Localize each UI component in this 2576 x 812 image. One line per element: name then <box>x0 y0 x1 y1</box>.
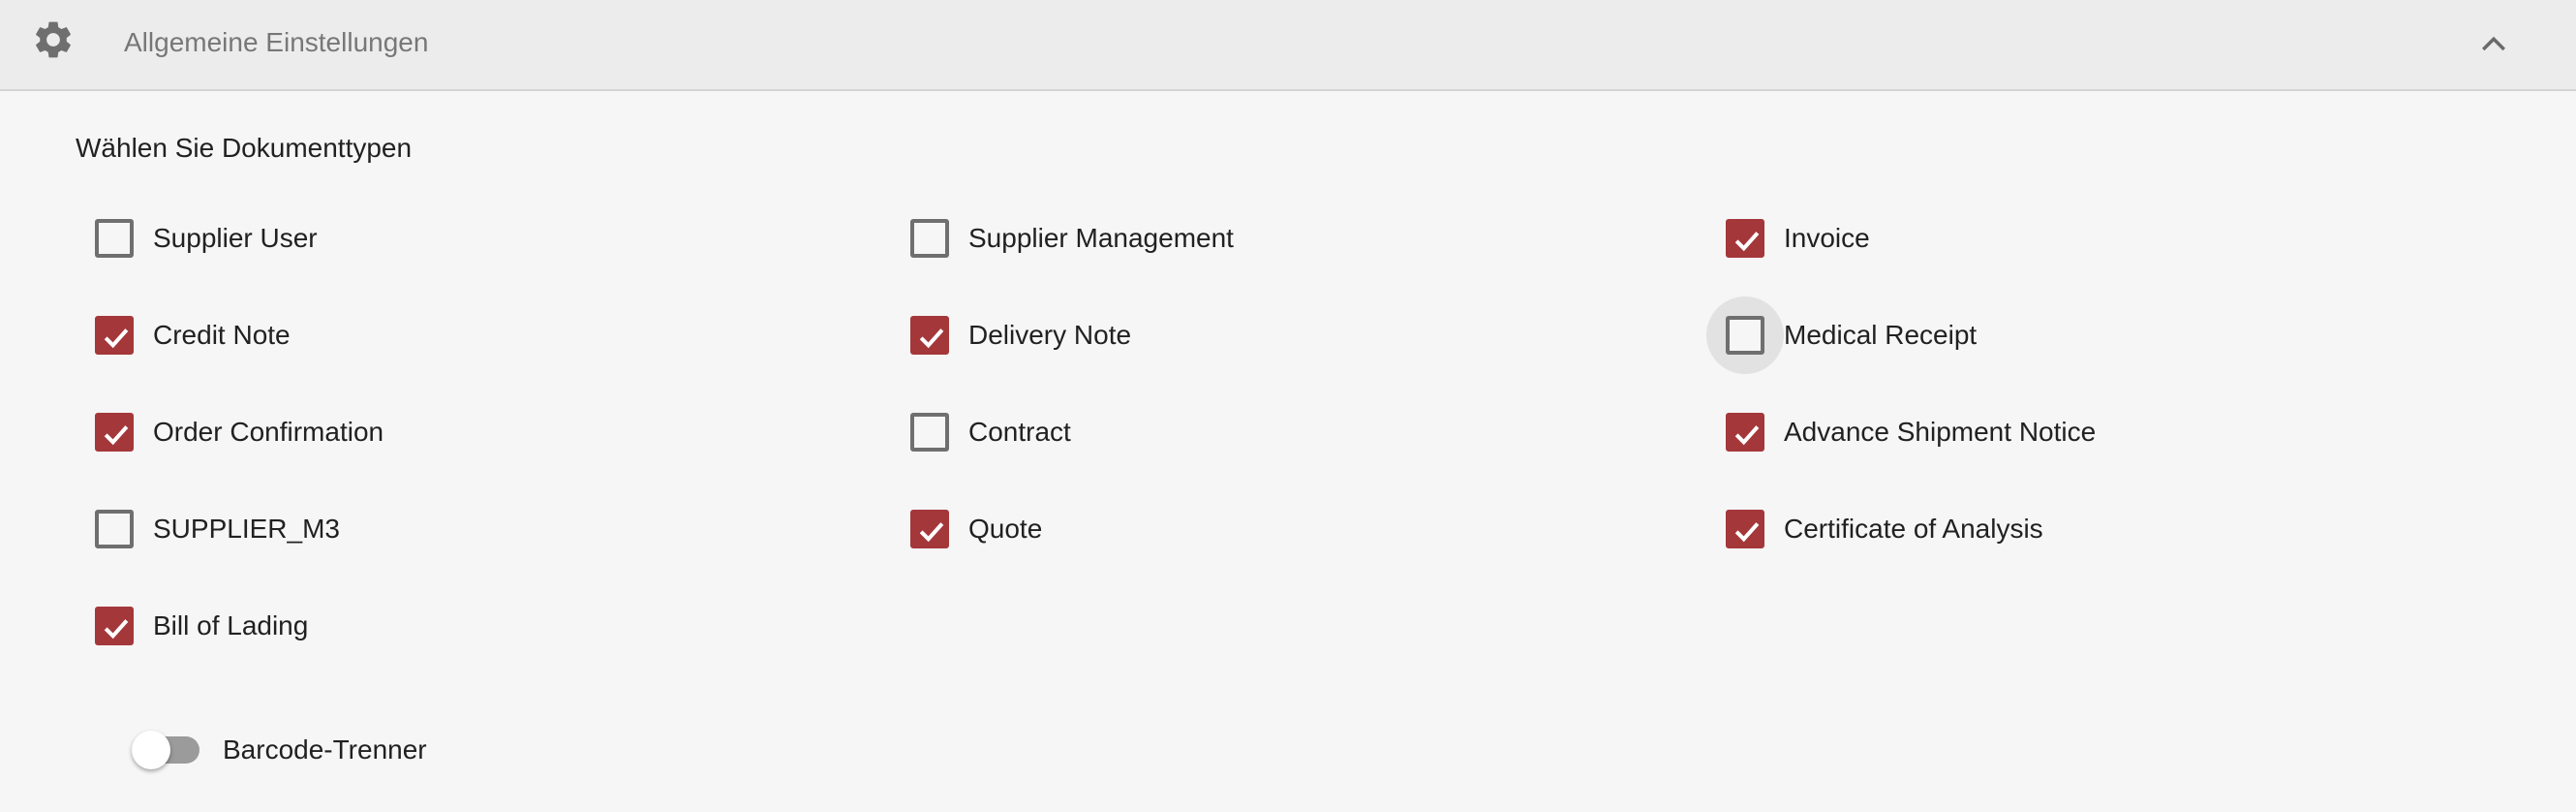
checkmark-icon <box>104 425 129 446</box>
checkbox-label: Medical Receipt <box>1784 320 1978 350</box>
checkmark-icon <box>1734 522 1760 543</box>
checkbox-item[interactable]: Bill of Lading <box>95 597 308 655</box>
barcode-separator-label: Barcode-Trenner <box>223 734 427 765</box>
checkbox-checked[interactable] <box>95 316 134 355</box>
checkbox-item[interactable]: Medical Receipt <box>1706 297 1978 374</box>
checkbox-unchecked[interactable] <box>95 510 134 548</box>
checkbox-checked[interactable] <box>910 316 949 355</box>
checkbox-item[interactable]: Delivery Note <box>910 306 1131 364</box>
checkbox-label: Delivery Note <box>968 320 1132 350</box>
checkmark-icon <box>919 522 944 543</box>
checkbox-label: Supplier User <box>153 223 318 253</box>
checkbox-label: Contract <box>968 417 1071 447</box>
checkbox-checked[interactable] <box>1726 413 1764 452</box>
checkbox-item[interactable]: Supplier Management <box>910 209 1234 267</box>
checkbox-ripple <box>76 587 153 665</box>
checkbox-checked[interactable] <box>1726 219 1764 258</box>
checkbox-label: Credit Note <box>153 320 291 350</box>
checkbox-unchecked[interactable] <box>910 219 949 258</box>
checkbox-unchecked[interactable] <box>1726 316 1764 355</box>
checkbox-label: Invoice <box>1784 223 1870 253</box>
checkbox-label: Quote <box>968 514 1043 544</box>
checkbox-ripple <box>76 200 153 277</box>
checkbox-item[interactable]: Supplier User <box>95 209 318 267</box>
checkbox-checked[interactable] <box>1726 510 1764 548</box>
document-types-label: Wählen Sie Dokumenttypen <box>76 133 413 163</box>
checkbox-unchecked[interactable] <box>95 219 134 258</box>
checkbox-checked[interactable] <box>95 607 134 645</box>
checkbox-label: Order Confirmation <box>153 417 384 447</box>
checkbox-item[interactable]: Contract <box>910 403 1071 461</box>
checkbox-item[interactable]: Credit Note <box>95 306 291 364</box>
checkbox-label: Supplier Management <box>968 223 1234 253</box>
barcode-separator-row: Barcode-Trenner <box>132 721 427 779</box>
checkbox-ripple <box>76 297 153 374</box>
checkmark-icon <box>1734 425 1760 446</box>
checkmark-icon <box>1734 232 1760 252</box>
panel-header[interactable]: Allgemeine Einstellungen <box>0 0 2576 91</box>
checkbox-ripple <box>891 297 968 374</box>
checkbox-checked[interactable] <box>95 413 134 452</box>
checkbox-ripple <box>891 490 968 568</box>
checkbox-unchecked[interactable] <box>910 413 949 452</box>
checkbox-item[interactable]: Advance Shipment Notice <box>1726 403 2096 461</box>
checkbox-ripple <box>1706 200 1784 277</box>
general-settings-panel: Allgemeine Einstellungen Wählen Sie Doku… <box>0 0 2576 812</box>
checkbox-ripple <box>1706 393 1784 471</box>
checkbox-ripple <box>76 393 153 471</box>
checkmark-icon <box>104 619 129 640</box>
gear-icon <box>36 21 71 58</box>
checkbox-ripple <box>1706 297 1784 374</box>
checkbox-ripple <box>891 200 968 277</box>
checkbox-label: SUPPLIER_M3 <box>153 514 340 544</box>
checkbox-ripple <box>76 490 153 568</box>
checkbox-item[interactable]: Quote <box>910 500 1042 558</box>
checkmark-icon <box>104 328 129 349</box>
checkbox-item[interactable]: Invoice <box>1726 209 1870 267</box>
barcode-separator-toggle[interactable] <box>132 721 201 779</box>
checkbox-checked[interactable] <box>910 510 949 548</box>
toggle-thumb[interactable] <box>132 731 170 769</box>
checkmark-icon <box>919 328 944 349</box>
chevron-up-icon[interactable] <box>2475 25 2512 62</box>
checkbox-ripple <box>891 393 968 471</box>
checkbox-label: Certificate of Analysis <box>1784 514 2043 544</box>
panel-title: Allgemeine Einstellungen <box>124 27 429 57</box>
checkbox-label: Bill of Lading <box>153 610 309 640</box>
checkbox-item[interactable]: SUPPLIER_M3 <box>95 500 340 558</box>
checkbox-label: Advance Shipment Notice <box>1784 417 2097 447</box>
checkbox-ripple <box>1706 490 1784 568</box>
checkbox-item[interactable]: Certificate of Analysis <box>1726 500 2043 558</box>
checkbox-item[interactable]: Order Confirmation <box>95 403 383 461</box>
